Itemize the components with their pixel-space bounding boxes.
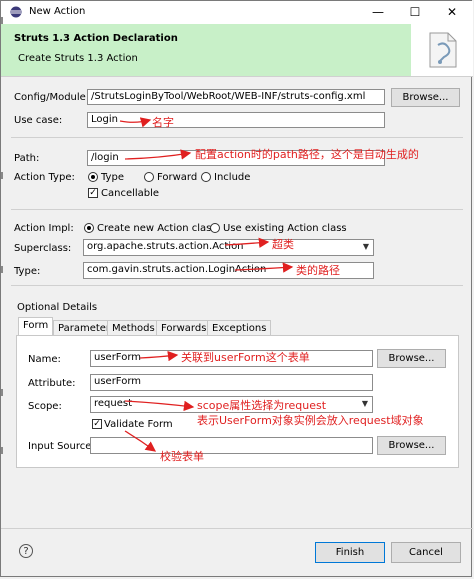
annotation-validate: 校验表单	[160, 450, 204, 463]
annotation-arrows	[119, 117, 294, 452]
annotation-type: 类的路径	[296, 264, 340, 277]
arrow-name	[139, 350, 179, 362]
arrow-scope	[124, 400, 195, 412]
annotation-superclass: 超类	[272, 238, 294, 251]
annotation-path: 配置action时的path路径，这个是自动生成的	[195, 148, 419, 161]
arrow-type	[234, 262, 294, 273]
annotation-scope-1: scope属性选择为request	[197, 399, 327, 412]
arrow-superclass	[224, 237, 270, 248]
arrow-use-case	[119, 117, 152, 128]
annotation-scope-2: 表示UserForm对象实例会放入request域对象	[197, 414, 424, 427]
arrow-validate	[124, 430, 157, 452]
annotation-use-case: 名字	[152, 116, 174, 129]
arrow-path	[124, 149, 192, 160]
annotation-name: 关联到userForm这个表单	[181, 351, 310, 364]
